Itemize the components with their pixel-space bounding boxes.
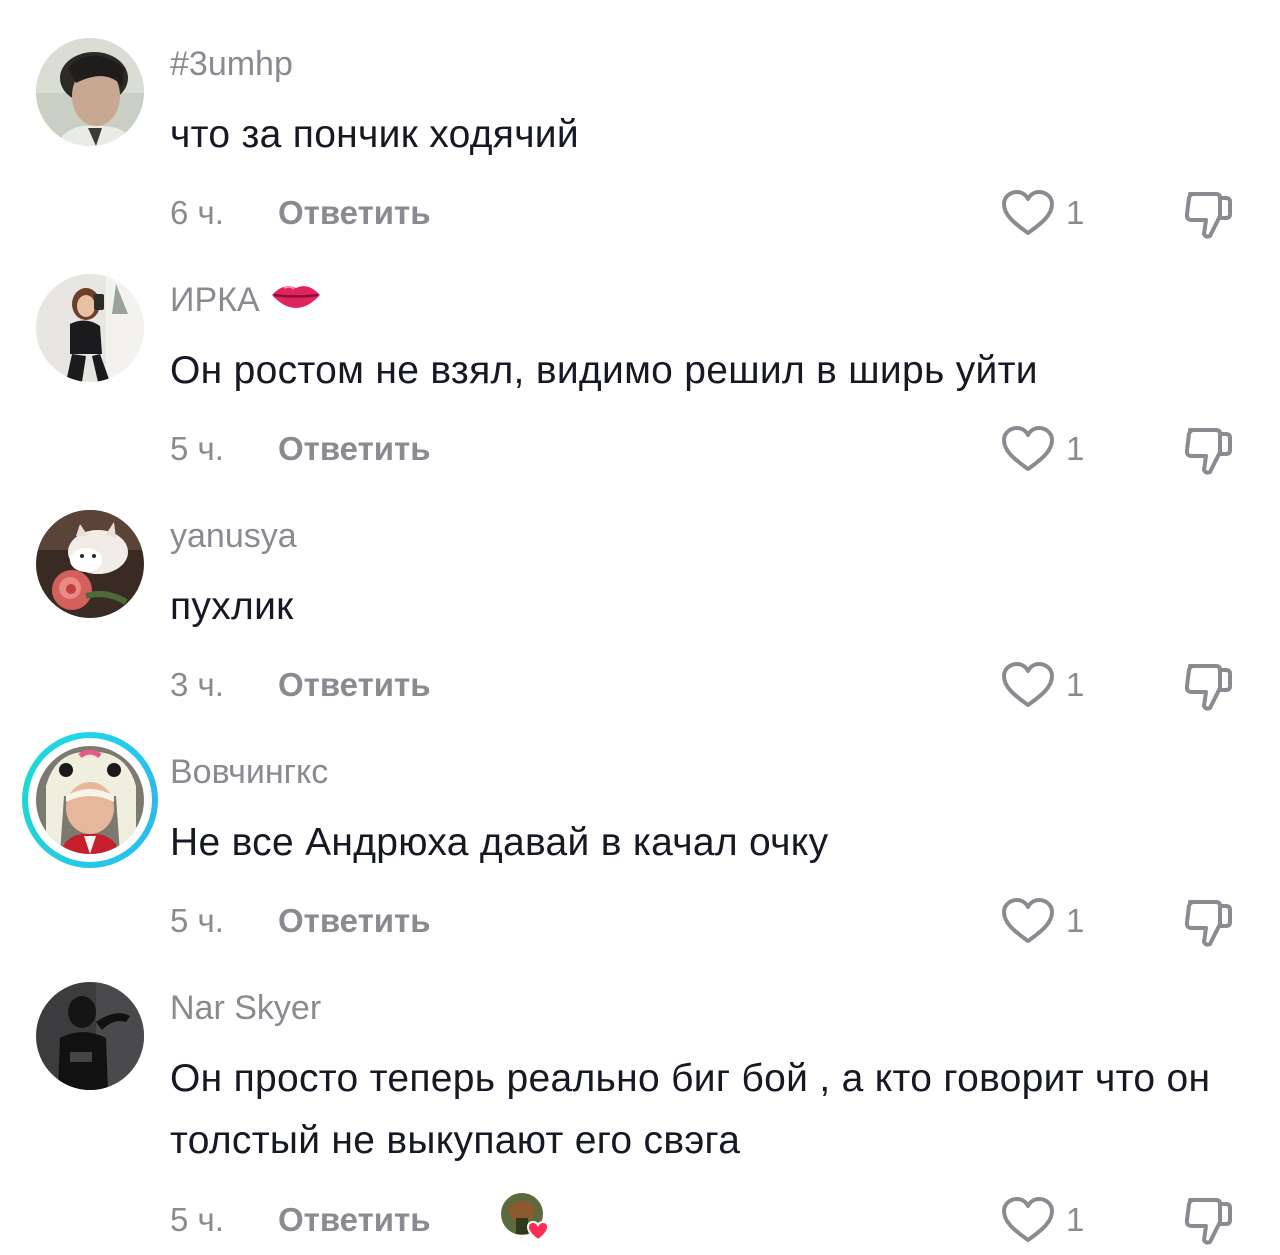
- comment-time: 5 ч.: [170, 902, 224, 939]
- avatar[interactable]: [36, 38, 144, 146]
- reply-button[interactable]: Ответить: [278, 193, 431, 233]
- username-text[interactable]: ИРКА: [170, 281, 260, 319]
- like-count: 1: [1066, 666, 1085, 703]
- thumbs-down-icon: [1184, 1198, 1232, 1245]
- comment-time: 5 ч.: [170, 430, 224, 467]
- comment-text: Не все Андрюха давай в качал очку: [170, 821, 829, 864]
- heart-outline-icon: [1000, 897, 1056, 954]
- comment-username[interactable]: yanusya: [170, 516, 297, 556]
- dislike-button[interactable]: [1180, 1192, 1236, 1253]
- dislike-button[interactable]: [1180, 422, 1236, 483]
- reply-button[interactable]: Ответить: [278, 429, 431, 469]
- like-count: 1: [1066, 1201, 1085, 1238]
- comment-time: 5 ч.: [170, 1201, 224, 1238]
- dislike-button[interactable]: [1180, 894, 1236, 955]
- creator-liked-icon: [498, 1190, 554, 1246]
- thumbs-down-icon: [1184, 900, 1232, 947]
- comment-username[interactable]: ИРКА: [170, 280, 322, 320]
- like-count: 1: [1066, 430, 1085, 467]
- heart-outline-icon: [1000, 661, 1056, 718]
- avatar-image: [36, 746, 144, 854]
- comment-time: 6 ч.: [170, 194, 224, 231]
- comment-username[interactable]: Вовчингкс: [170, 752, 328, 792]
- like-count: 1: [1066, 194, 1085, 231]
- heart-outline-icon: [1000, 189, 1056, 246]
- thumbs-down-icon: [1184, 192, 1232, 239]
- avatar-with-story-ring[interactable]: [22, 732, 158, 868]
- avatar[interactable]: [36, 510, 144, 618]
- comment-username[interactable]: #3umhp: [170, 44, 293, 84]
- comment-text: что за пончик ходячий: [170, 113, 579, 156]
- avatar[interactable]: [36, 982, 144, 1090]
- comment-time: 3 ч.: [170, 666, 224, 703]
- dislike-button[interactable]: [1180, 186, 1236, 247]
- reply-button[interactable]: Ответить: [278, 1200, 431, 1240]
- comment-text: Он ростом не взял, видимо решил в ширь у…: [170, 349, 1038, 392]
- comment-text: пухлик: [170, 585, 294, 628]
- thumbs-down-icon: [1184, 664, 1232, 711]
- comment-username[interactable]: Nar Skyer: [170, 988, 321, 1028]
- avatar[interactable]: [36, 274, 144, 382]
- like-count: 1: [1066, 902, 1085, 939]
- reply-button[interactable]: Ответить: [278, 901, 431, 941]
- comment-text: Он просто теперь реально биг бой , а кто…: [170, 1057, 1211, 1162]
- reply-button[interactable]: Ответить: [278, 665, 431, 705]
- dislike-button[interactable]: [1180, 658, 1236, 719]
- lips-emoji-icon: [270, 279, 322, 319]
- heart-outline-icon: [1000, 1196, 1056, 1253]
- thumbs-down-icon: [1184, 428, 1232, 475]
- heart-outline-icon: [1000, 425, 1056, 482]
